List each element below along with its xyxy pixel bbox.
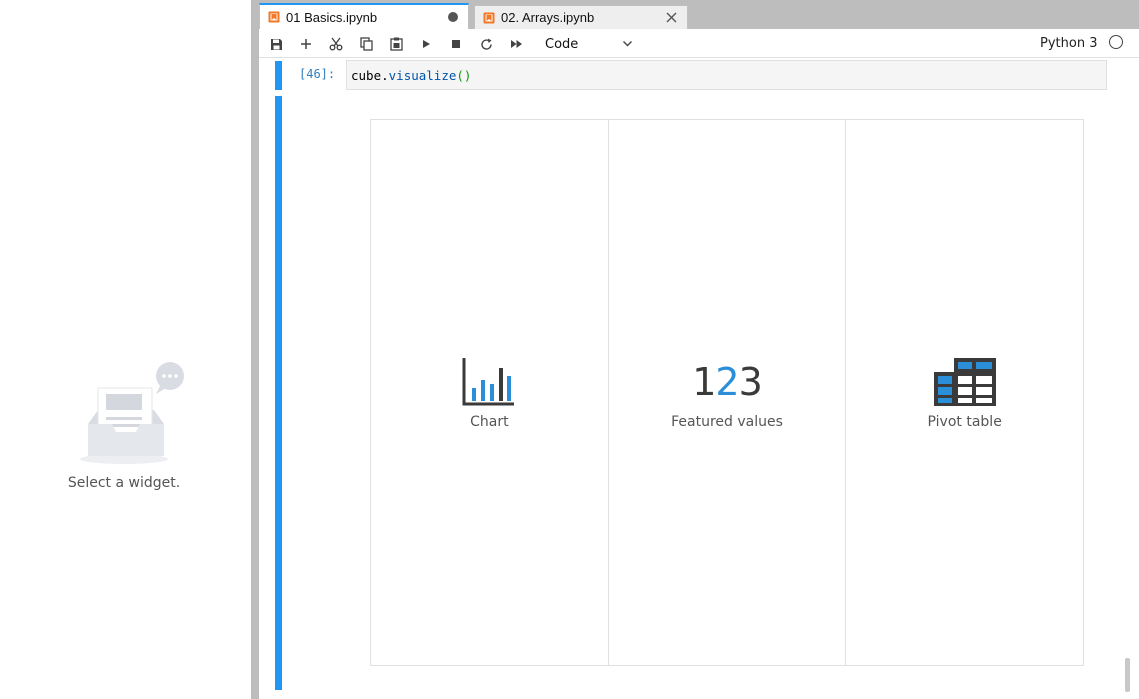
notebook-icon [483, 12, 495, 23]
code-cell-editor[interactable]: cube.visualize() [346, 60, 1107, 90]
paste-icon [389, 37, 403, 51]
save-icon [270, 38, 282, 50]
widget-sidebar: Select a widget. [0, 0, 251, 699]
kernel-name[interactable]: Python 3 [1040, 36, 1097, 51]
run-button[interactable] [416, 34, 436, 54]
stop-button[interactable] [446, 34, 466, 54]
featured-glyph-1: 1 [692, 360, 716, 404]
copy-button[interactable] [356, 34, 376, 54]
execution-prompt: [46]: [299, 67, 336, 81]
cut-button[interactable] [326, 34, 346, 54]
widget-option-featured-values[interactable]: 123 Featured values [609, 120, 847, 665]
save-button[interactable] [266, 34, 286, 54]
widget-option-pivot-table[interactable]: Pivot table [846, 120, 1083, 665]
cell-type-value: Code [545, 36, 579, 52]
restart-button[interactable] [476, 34, 496, 54]
notebook-icon [268, 11, 280, 23]
tab-bar: 01 Basics.ipynb 02. Arrays.ipynb [259, 0, 1139, 29]
run-all-button[interactable] [506, 34, 526, 54]
tab-02-arrays[interactable]: 02. Arrays.ipynb [474, 5, 688, 29]
panel-splitter[interactable] [251, 0, 259, 699]
chevron-down-icon [623, 41, 632, 47]
code-token-object: cube [351, 68, 382, 83]
tab-label: 02. Arrays.ipynb [501, 10, 595, 25]
featured-values-icon: 123 [692, 358, 763, 406]
widget-option-label: Pivot table [927, 414, 1002, 430]
stop-icon [452, 40, 460, 48]
tab-label: 01 Basics.ipynb [286, 9, 378, 25]
widget-option-label: Chart [470, 414, 509, 430]
cut-icon [329, 37, 343, 51]
add-icon [301, 39, 311, 49]
featured-glyph-3: 3 [738, 360, 763, 404]
widget-option-label: Featured values [671, 414, 783, 430]
cell-type-dropdown[interactable]: Code [539, 34, 639, 54]
widget-option-chart[interactable]: Chart [371, 120, 609, 665]
bar-chart-icon [462, 358, 515, 406]
vertical-scrollbar[interactable] [1125, 658, 1130, 692]
tab-01-basics[interactable]: 01 Basics.ipynb [259, 3, 469, 29]
unsaved-indicator-icon[interactable] [448, 12, 458, 22]
notebook-toolbar: Code Python 3 [259, 29, 1139, 58]
input-collapser[interactable] [275, 61, 282, 90]
code-token-dot: . [381, 68, 389, 83]
restart-icon [480, 38, 492, 50]
paste-button[interactable] [386, 34, 406, 54]
output-collapser[interactable] [275, 96, 282, 690]
notebook-content: [46]: cube.visualize() Chart 123 Feature… [259, 58, 1139, 699]
pivot-table-icon [933, 358, 996, 406]
featured-glyph-2: 2 [715, 360, 739, 404]
fast-forward-icon [510, 40, 522, 48]
empty-widget-message: Select a widget. [67, 475, 181, 491]
widget-type-chooser: Chart 123 Featured values Pivot table [370, 119, 1084, 666]
copy-icon [359, 37, 373, 51]
code-token-parens: () [456, 68, 472, 83]
code-token-function: visualize [388, 68, 457, 83]
empty-inbox-illustration-icon [80, 362, 184, 464]
kernel-status-idle-icon [1109, 35, 1123, 49]
notebook-panel: 01 Basics.ipynb 02. Arrays.ipynb Code Py… [259, 0, 1139, 699]
run-icon [423, 40, 430, 48]
add-cell-button[interactable] [296, 34, 316, 54]
close-icon[interactable] [663, 10, 679, 26]
